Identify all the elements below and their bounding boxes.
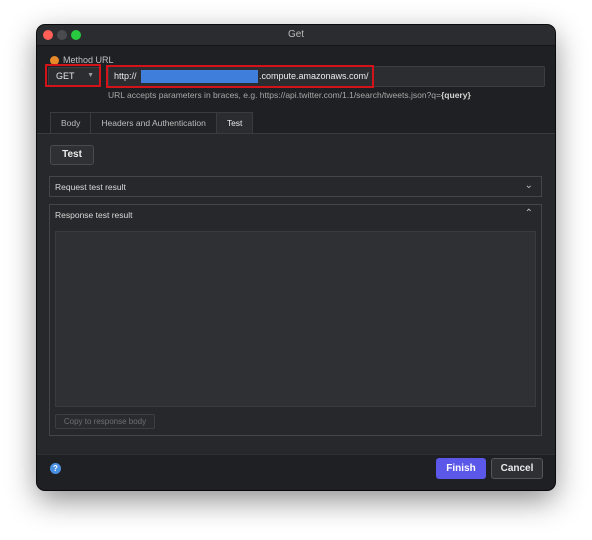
window-title: Get: [287, 29, 305, 40]
test-button[interactable]: Test: [50, 145, 94, 165]
chevron-down-icon[interactable]: ⌄: [525, 180, 533, 191]
tab-body[interactable]: Body: [50, 112, 92, 133]
request-test-result-panel[interactable]: Request test result ⌄: [49, 176, 542, 197]
response-panel-title: Response test result: [55, 210, 133, 220]
cancel-button[interactable]: Cancel: [491, 458, 543, 479]
finish-button[interactable]: Finish: [436, 458, 486, 479]
dialog-window: Get Method URL GET ▼ http:// .compute.am…: [37, 25, 555, 490]
method-highlight-box: [45, 64, 101, 87]
request-panel-title: Request test result: [55, 182, 126, 192]
tab-divider: [37, 133, 555, 134]
tab-test[interactable]: Test: [215, 112, 254, 133]
url-hint-text: URL accepts parameters in braces, e.g. h…: [108, 90, 441, 100]
help-icon[interactable]: ?: [50, 463, 61, 474]
url-highlight-box: [106, 65, 374, 88]
footer-divider: [37, 454, 555, 455]
url-hint: URL accepts parameters in braces, e.g. h…: [108, 90, 471, 100]
tab-bar: Body Headers and Authentication Test: [50, 112, 254, 133]
title-bar: Get: [37, 25, 555, 46]
copy-to-response-body-button[interactable]: Copy to response body: [55, 414, 155, 429]
url-hint-param: {query}: [441, 90, 471, 100]
chevron-up-icon[interactable]: ⌃: [525, 208, 533, 219]
response-body-area[interactable]: [55, 231, 536, 407]
response-test-result-panel: Response test result ⌃ Copy to response …: [49, 204, 542, 436]
tab-headers-and-authentication[interactable]: Headers and Authentication: [90, 112, 217, 133]
